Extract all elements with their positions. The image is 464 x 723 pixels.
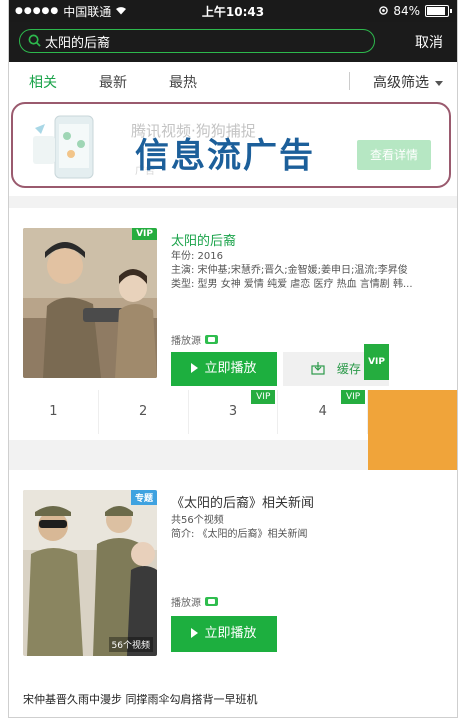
search-input[interactable]: 太阳的后裔 — [19, 29, 375, 53]
search-header: 太阳的后裔 取消 — [9, 22, 457, 62]
tab-divider — [349, 72, 350, 90]
ad-overlay-title: 信息流广告 — [135, 136, 315, 176]
poster-series[interactable]: VIP — [23, 228, 157, 378]
result-tabs: 相关 最新 最热 高级筛选 — [9, 62, 457, 101]
cache-label: 缓存 — [336, 362, 361, 376]
search-query: 太阳的后裔 — [45, 35, 111, 51]
phone-screen: ●●●●● 中国联通 上午10:43 84% 太阳的后裔 取消 相关 最新 最热 — [8, 0, 458, 718]
play-icon — [191, 628, 199, 638]
feed-ad[interactable]: 腾讯视频·狗狗捕捉 广告 信息流广告 查看详情 — [9, 100, 457, 196]
show-cast: 主演: 宋仲基;宋慧乔;晋久;金智媛;姜申日;温流;李昇俊 — [171, 265, 408, 276]
ad-view-details-button[interactable]: 查看详情 — [357, 140, 431, 170]
play-now-button[interactable]: 立即播放 — [171, 352, 277, 386]
filter-label: 高级筛选 — [373, 75, 429, 91]
poster-image — [23, 228, 157, 378]
battery-percent: 84% — [393, 4, 420, 18]
result-card-series: VIP 太阳的后裔 年份: 2016 主演: 宋仲基;宋慧乔;晋久;金智媛;姜申… — [9, 208, 457, 488]
result-card-news: 专题 56个视频 《太阳的后裔》相关新闻 共56个视频 简介: 《太阳的后裔》相… — [9, 470, 457, 717]
poster-image — [23, 490, 157, 656]
search-icon — [28, 32, 41, 51]
poster-news[interactable]: 专题 56个视频 — [23, 490, 157, 656]
tv-source-icon[interactable] — [205, 335, 218, 344]
episode-1-button[interactable]: 1 — [9, 390, 99, 434]
show-genre: 类型: 型男 女神 爱情 纯爱 虐恋 医疗 热血 言情剧 韩... — [171, 279, 413, 290]
play-label: 立即播放 — [204, 626, 257, 641]
episode-number: 2 — [139, 404, 148, 419]
episode-vip-badge: VIP — [251, 390, 276, 404]
phone-illustration — [33, 115, 94, 179]
tv-source-icon[interactable] — [205, 597, 218, 606]
video-count-overlay: 56个视频 — [108, 637, 153, 652]
episode-vip-badge: VIP — [340, 390, 366, 404]
tab-latest[interactable]: 最新 — [99, 72, 127, 92]
play-source: 播放源 — [171, 594, 218, 609]
episode-number: 3 — [228, 404, 238, 419]
news-item[interactable]: 宋仲基晋久雨中漫步 同撑雨伞勾肩搭背一早班机 — [23, 691, 258, 707]
cache-vip-badge: VIP — [364, 344, 389, 380]
cancel-button[interactable]: 取消 — [415, 32, 443, 52]
cache-button[interactable]: 缓存 VIP — [283, 344, 389, 386]
play-source: 播放源 — [171, 332, 218, 347]
play-label: 立即播放 — [204, 361, 257, 376]
tab-hottest[interactable]: 最热 — [169, 72, 197, 92]
download-icon — [311, 362, 337, 376]
news-title[interactable]: 《太阳的后裔》相关新闻 — [171, 492, 314, 511]
topic-badge: 专题 — [130, 490, 157, 505]
play-icon — [191, 363, 199, 373]
tab-related[interactable]: 相关 — [29, 72, 57, 92]
episode-number: 4 — [318, 404, 327, 419]
news-count: 共56个视频 — [171, 515, 224, 526]
source-label: 播放源 — [171, 336, 201, 347]
vip-badge: VIP — [132, 228, 157, 240]
episode-list: 1 2 3 VIP 4 VIP 5预告 — [9, 390, 457, 488]
advanced-filter-button[interactable]: 高级筛选 — [373, 72, 443, 92]
status-bar: ●●●●● 中国联通 上午10:43 84% — [9, 0, 457, 22]
play-now-button[interactable]: 立即播放 — [171, 616, 277, 652]
show-title[interactable]: 太阳的后裔 — [171, 230, 236, 249]
battery-icon — [425, 5, 452, 17]
episode-3-button[interactable]: 3 VIP — [189, 390, 279, 434]
source-label: 播放源 — [171, 598, 201, 609]
episode-5-button[interactable]: 5预告 — [368, 390, 457, 488]
news-intro: 简介: 《太阳的后裔》相关新闻 — [171, 529, 308, 540]
ad-highlight-frame: 腾讯视频·狗狗捕捉 广告 信息流广告 查看详情 — [11, 102, 451, 188]
show-year: 年份: 2016 — [171, 251, 223, 262]
episode-number: 1 — [49, 404, 58, 419]
location-icon — [379, 4, 389, 18]
episode-2-button[interactable]: 2 — [99, 390, 189, 434]
episode-4-button[interactable]: 4 VIP — [278, 390, 369, 434]
chevron-down-icon — [435, 80, 443, 86]
